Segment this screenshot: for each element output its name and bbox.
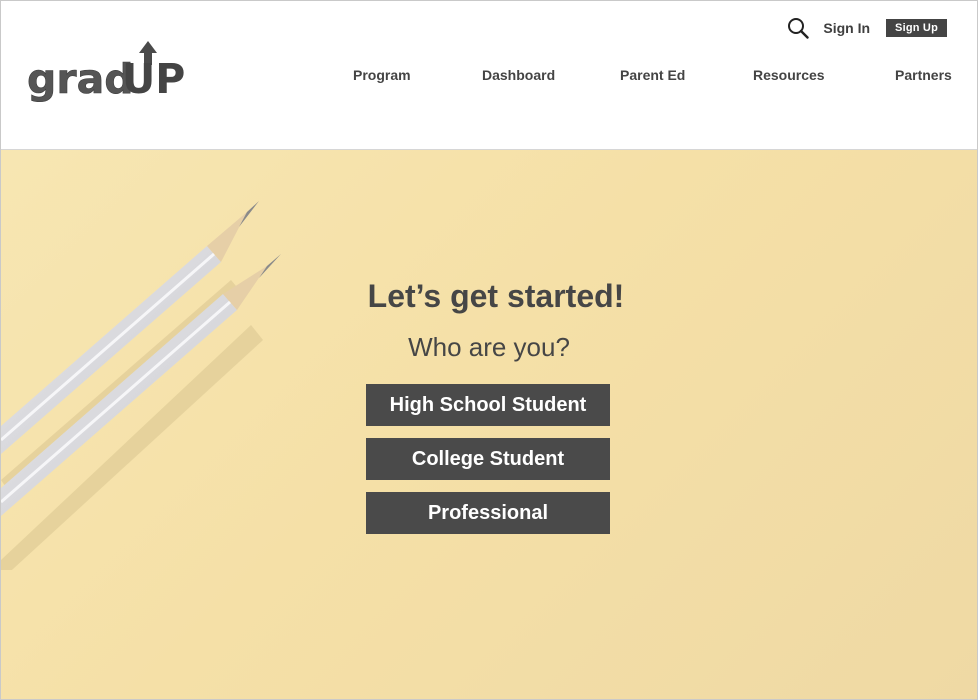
account-bar: Sign In Sign Up xyxy=(787,15,947,41)
logo-text-grad: grad xyxy=(27,55,134,103)
nav-item-program[interactable]: Program xyxy=(353,67,411,83)
nav-item-dashboard[interactable]: Dashboard xyxy=(482,67,555,83)
hero-subheadline: Who are you? xyxy=(408,332,570,362)
logo-text-up: UP xyxy=(122,55,185,103)
page-frame: grad UP Sign In Sign Up Program Dashboar… xyxy=(0,0,978,700)
nav-item-parent-ed[interactable]: Parent Ed xyxy=(620,67,685,83)
nav-item-partners[interactable]: Partners xyxy=(895,67,952,83)
sign-up-button[interactable]: Sign Up xyxy=(886,19,947,37)
main-nav: Program Dashboard Parent Ed Resources Pa… xyxy=(353,67,953,87)
hero-headline: Let’s get started! xyxy=(367,278,625,314)
sign-in-link[interactable]: Sign In xyxy=(823,20,870,36)
high-school-student-button[interactable]: High School Student xyxy=(366,384,610,426)
gradup-logo[interactable]: grad UP xyxy=(27,39,197,111)
professional-button[interactable]: Professional xyxy=(366,492,610,534)
hero-section: Let’s get started! Who are you? High Sch… xyxy=(1,150,977,699)
search-icon[interactable] xyxy=(787,17,810,39)
logo-graphic: grad UP xyxy=(27,41,185,103)
nav-item-resources[interactable]: Resources xyxy=(753,67,825,83)
college-student-button[interactable]: College Student xyxy=(366,438,610,480)
site-header: grad UP Sign In Sign Up Program Dashboar… xyxy=(1,1,977,150)
